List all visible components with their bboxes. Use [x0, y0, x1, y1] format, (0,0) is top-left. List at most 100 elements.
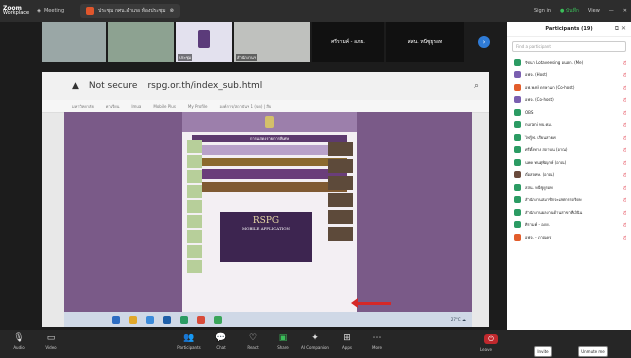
participant-name: ไฟรู้ฟ. เรียนสายค่	[525, 134, 556, 140]
address-bar[interactable]: ▲ Not secure rspg.or.th/index_sub.html ⌕	[42, 72, 489, 100]
shared-screen-tab[interactable]: ประชุม กศน.อำเภอ ห้องประชุม ⊗	[80, 4, 180, 18]
video-strip: ประชุม สำนักงานฯ ศรีรามค์ - อภย. สสน. หน…	[42, 22, 490, 64]
video-tile[interactable]	[42, 22, 106, 62]
participant-row[interactable]: ไฟรู้ฟ. เรียนสายค่ 🎙̸	[507, 131, 631, 144]
invite-button[interactable]: Invite	[534, 346, 552, 357]
apps-icon: ⊞	[343, 333, 351, 343]
participant-name: รัชนา Lotaveesing อนฮก. (Me)	[525, 59, 584, 65]
muted-mic-icon: 🎙̸	[623, 97, 626, 103]
close-window-icon[interactable]: ✕	[623, 8, 627, 14]
close-icon[interactable]: ⊗	[170, 8, 174, 14]
folder-icon[interactable]	[129, 315, 137, 324]
next-page-icon[interactable]: ›	[478, 36, 490, 48]
bookmark[interactable]: My Profile	[188, 104, 208, 109]
apps-button[interactable]: ⊞ Apps	[332, 333, 362, 350]
participant-search-input[interactable]: Find a participant	[512, 41, 626, 52]
participant-row[interactable]: ศรีตั้งทาง สถาบน (อาณ) 🎙̸	[507, 144, 631, 157]
edge-icon[interactable]	[112, 315, 120, 324]
apps-label: Apps	[342, 345, 352, 350]
app-icon[interactable]	[214, 315, 222, 324]
participant-row[interactable]: อฟ.พงษ์ ดรษาแก (Co-host) 🎙̸	[507, 81, 631, 94]
rspg-app-banner[interactable]: RSPG MOBILE APPLICATION	[220, 212, 312, 262]
line-icon[interactable]	[180, 315, 188, 324]
view-menu[interactable]: View	[588, 8, 600, 14]
chat-icon: 💬	[215, 333, 227, 343]
video-button[interactable]: ▭ Video	[36, 333, 66, 350]
video-tile[interactable]	[108, 22, 174, 62]
chrome-icon[interactable]	[197, 315, 205, 324]
search-icon[interactable]: ⌕	[474, 81, 479, 91]
share-button[interactable]: ▣ Share	[268, 333, 298, 350]
react-button[interactable]: ♡ React	[238, 333, 268, 350]
more-button[interactable]: ⋯ More	[362, 333, 392, 350]
participant-row[interactable]: อฟจ. (Co-host) 🎙̸	[507, 94, 631, 107]
participants-panel: Participants (19) ⧉ ✕ Find a participant…	[507, 22, 631, 330]
bookmark[interactable]: Mobile Plus	[153, 104, 176, 109]
sparkle-icon: ✦	[311, 333, 319, 343]
avatar	[514, 58, 521, 66]
participant-row[interactable]: นพค ทนตุพิญุกษ์ (อาณ) 🎙̸	[507, 156, 631, 169]
participant-row[interactable]: รัชนา Lotaveesing อนฮก. (Me) 🎙̸	[507, 56, 631, 69]
popout-icon[interactable]: ⧉ ✕	[615, 25, 626, 33]
tile-name: ประชุม	[178, 54, 193, 61]
participant-name: ศิรามค์ - อภย.	[525, 222, 550, 228]
leave-label[interactable]: Leave	[480, 347, 492, 352]
video-tile[interactable]: สำนักงานฯ	[234, 22, 310, 62]
ai-companion-label: AI Companion	[301, 345, 329, 350]
participant-name: สำนักงานผลงานด้านสาขาทีเงินิน	[525, 209, 583, 215]
microphone-icon: 🎙	[13, 333, 25, 343]
mute-button[interactable]: 🎙 Audio	[4, 333, 34, 350]
signin-link[interactable]: Sign in	[534, 8, 551, 14]
video-tile[interactable]: ประชุม	[176, 22, 232, 62]
shared-screen: ▲ Not secure rspg.or.th/index_sub.html ⌕…	[42, 72, 489, 327]
bookmark[interactable]: มหาวิทยาลัย	[72, 103, 94, 110]
avatar	[514, 133, 521, 141]
participant-name: อฟจ. (Host)	[525, 72, 548, 78]
mail-icon[interactable]	[146, 315, 154, 324]
video-tile[interactable]: สสน. หนีซูยูรอท	[386, 22, 464, 62]
tile-name: สำนักงานฯ	[236, 54, 258, 61]
leave-icon[interactable]: ⏻	[484, 334, 498, 344]
rspg-subtitle: MOBILE APPLICATION	[241, 226, 290, 231]
participant-row[interactable]: สำนักงานสมาชิกจะเสศกรรถริดษ 🎙̸	[507, 194, 631, 207]
avatar	[514, 171, 521, 179]
muted-mic-icon: 🎙̸	[623, 109, 626, 115]
people-icon: 👥	[183, 333, 195, 343]
bookmark[interactable]: องค์การ/สถาบันฯ 1 (จด) | สืบ	[219, 103, 271, 110]
ai-companion-button[interactable]: ✦ AI Companion	[300, 333, 330, 350]
notice-banner[interactable]: การแสดงรายการพิเศษ	[192, 135, 347, 142]
crest-icon	[265, 116, 274, 128]
muted-mic-icon: 🎙̸	[623, 122, 626, 128]
video-tile[interactable]: ศรีรามค์ - อภย.	[312, 22, 384, 62]
participant-row[interactable]: สสน. หนีซูยูรอท 🎙̸	[507, 181, 631, 194]
participant-row[interactable]: อฟจ. (Host) 🎙̸	[507, 69, 631, 82]
avatar	[514, 108, 521, 116]
unmute-me-button[interactable]: Unmute me	[578, 346, 608, 357]
participants-button[interactable]: 👥 Participants	[174, 333, 204, 350]
participant-row[interactable]: อฟจ. - ภาณคร 🎙̸	[507, 231, 631, 244]
rspg-page[interactable]: การแสดงรายการพิเศษ RSPG MOBILE APPLICATI…	[182, 112, 357, 312]
record-status[interactable]: ● บันทึก	[560, 7, 579, 15]
store-icon[interactable]	[163, 315, 171, 324]
participant-row[interactable]: ศิรามค์ - อภย. 🎙̸	[507, 219, 631, 232]
chat-button[interactable]: 💬 Chat	[206, 333, 236, 350]
meeting-menu[interactable]: ◈ Meeting	[37, 8, 64, 14]
participant-row[interactable]: nurani ทบ.ค่ม. 🎙̸	[507, 119, 631, 132]
red-arrow-annotation	[351, 298, 391, 308]
logo-icon	[198, 30, 210, 48]
url-text[interactable]: rspg.or.th/index_sub.html	[147, 81, 262, 91]
taskbar-weather: 27°C ☁	[450, 317, 466, 322]
windows-taskbar: 27°C ☁	[64, 312, 472, 327]
muted-mic-icon: 🎙̸	[623, 234, 626, 240]
minimize-icon[interactable]: —	[609, 8, 614, 14]
web-viewport: การแสดงรายการพิเศษ RSPG MOBILE APPLICATI…	[64, 112, 472, 312]
participant-row[interactable]: ตั๋อสจทษ. (อาณ) 🎙̸	[507, 169, 631, 182]
share-label: Share	[277, 345, 289, 350]
muted-mic-icon: 🎙̸	[623, 197, 626, 203]
bookmark[interactable]: Imua	[131, 104, 141, 109]
video-label: Video	[45, 345, 57, 350]
bookmark[interactable]: ค่าเรียน	[106, 103, 120, 110]
participant-row[interactable]: สำนักงานผลงานด้านสาขาทีเงินิน 🎙̸	[507, 206, 631, 219]
participant-row[interactable]: OBS 🎙̸	[507, 106, 631, 119]
avatar	[514, 146, 521, 154]
